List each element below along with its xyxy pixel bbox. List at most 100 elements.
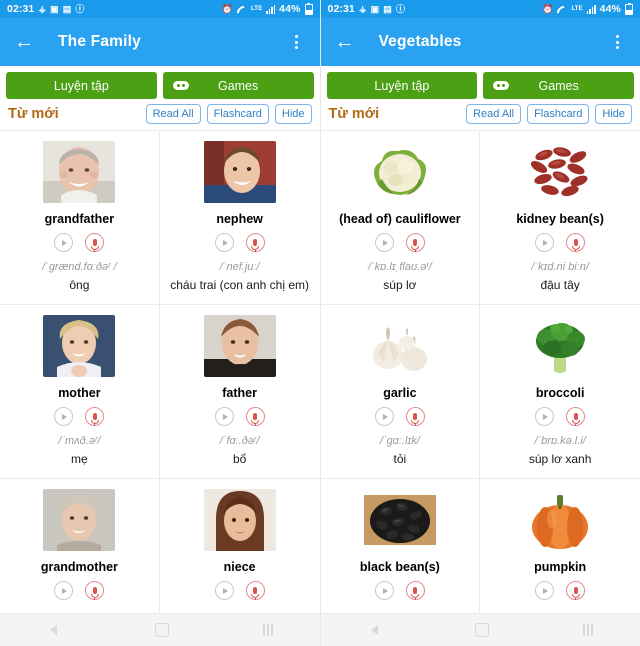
word-card[interactable]: grandfather /ˈgrænd.fɑːðəʳ / ông [0, 131, 160, 305]
status-clock: 02:31 [7, 3, 35, 15]
section-title: Từ mới [328, 106, 380, 123]
nav-home-icon[interactable] [475, 623, 490, 637]
practice-button[interactable]: Luyện tập [326, 72, 478, 99]
word-card[interactable]: garlic /ˈgɑː.lɪk/ tỏi [321, 305, 481, 478]
microphone-icon[interactable] [245, 407, 265, 427]
microphone-icon[interactable] [85, 233, 105, 253]
play-icon[interactable] [374, 407, 394, 427]
translation-text: đậu tây [540, 277, 580, 292]
microphone-icon[interactable] [245, 581, 265, 601]
translation-text: bố [232, 451, 247, 466]
play-icon[interactable] [535, 407, 555, 427]
play-icon[interactable] [374, 233, 394, 253]
alarm-icon: ⏰ [542, 3, 554, 14]
play-icon[interactable] [54, 407, 74, 427]
microphone-icon[interactable] [85, 407, 105, 427]
word-label: pumpkin [534, 560, 587, 574]
alarm-icon: ⏰ [221, 3, 233, 14]
practice-button[interactable]: Luyện tập [6, 72, 157, 99]
phone-screen-the-family: 02:31 ⚶ ▣ ▤ ⓘ ⏰ LTE 44% ← The Family Luy… [0, 0, 320, 646]
word-label: niece [223, 560, 256, 574]
ipa-text: /ˈfɑː.ðəʳ/ [219, 435, 260, 448]
play-icon[interactable] [535, 233, 555, 253]
word-controls [54, 407, 105, 427]
word-controls [214, 581, 265, 601]
games-button[interactable]: Games [162, 72, 314, 99]
status-bar-left: 02:31 ⚶ ▣ ▤ ⓘ [7, 3, 84, 15]
translation-text: súp lơ [383, 277, 417, 292]
translation-text: tỏi [393, 451, 407, 466]
photo-girl [203, 489, 276, 551]
word-card[interactable]: (head of) cauliflower /ˈkɒ.lɪˌflaʊ.əʳ/ s… [321, 131, 481, 305]
section-chip-group: Read All Flashcard Hide [466, 104, 632, 125]
flashcard-button[interactable]: Flashcard [206, 104, 269, 125]
ipa-text: /ˈkɪd.ni biːn/ [531, 261, 589, 274]
photo-man [203, 315, 276, 378]
play-icon[interactable] [535, 581, 555, 601]
microphone-icon[interactable] [405, 233, 425, 253]
microphone-icon[interactable] [85, 581, 105, 601]
volume-icon: ⓘ [395, 3, 405, 14]
games-button[interactable]: Games [483, 72, 634, 99]
play-icon[interactable] [54, 233, 74, 253]
play-icon[interactable] [214, 233, 234, 253]
read-all-button[interactable]: Read All [466, 104, 522, 125]
play-icon[interactable] [214, 581, 234, 601]
photo-garlic [363, 315, 436, 378]
word-card[interactable]: niece [160, 479, 320, 624]
nav-recents-icon[interactable] [583, 624, 594, 636]
word-controls [214, 407, 265, 427]
photo-boy [203, 141, 276, 204]
nav-home-icon[interactable] [154, 623, 169, 637]
word-card[interactable]: mother /ˈmʌð.əʳ/ mẹ [0, 305, 160, 478]
play-icon[interactable] [54, 581, 74, 601]
ipa-text: /ˈnef.juː/ [219, 261, 260, 274]
word-label: grandfather [44, 212, 115, 227]
action-button-row: Luyện tập Games [320, 66, 640, 103]
microphone-icon[interactable] [405, 407, 425, 427]
photo-elderly-man [43, 141, 116, 204]
word-card[interactable]: pumpkin [480, 479, 640, 624]
word-grid: (head of) cauliflower /ˈkɒ.lɪˌflaʊ.əʳ/ s… [320, 130, 640, 646]
nav-back-icon[interactable] [47, 623, 61, 637]
gamepad-icon [493, 81, 510, 90]
microphone-icon[interactable] [405, 581, 425, 601]
android-nav-bar [0, 613, 320, 646]
microphone-icon[interactable] [566, 581, 586, 601]
word-card[interactable]: kidney bean(s) /ˈkɪd.ni biːn/ đậu tây [480, 131, 640, 304]
action-button-row: Luyện tập Games [0, 66, 320, 103]
microphone-icon[interactable] [566, 407, 586, 427]
kebab-menu-icon[interactable] [606, 30, 628, 54]
photo-woman [43, 315, 116, 378]
photo-kidney-beans [524, 141, 597, 204]
play-icon[interactable] [374, 581, 394, 601]
back-arrow-icon[interactable]: ← [333, 30, 357, 54]
word-card[interactable]: broccoli /ˈbrɒ.kə.l.i/ súp lơ xanh [480, 305, 640, 478]
word-card[interactable]: father /ˈfɑː.ðəʳ/ bố [160, 305, 320, 478]
word-card[interactable]: black bean(s) [321, 479, 481, 625]
word-row: black bean(s) pumpkin [320, 478, 640, 625]
ipa-text: /ˈmʌð.əʳ/ [58, 435, 101, 448]
word-label: kidney bean(s) [516, 212, 604, 227]
nav-recents-icon[interactable] [262, 624, 273, 636]
word-card[interactable]: nephew /ˈnef.juː/ cháu trai (con anh chị… [160, 131, 320, 304]
word-controls [374, 233, 425, 253]
dual-screenshot-container: 02:31 ⚶ ▣ ▤ ⓘ ⏰ LTE 44% ← The Family Luy… [0, 0, 640, 646]
wifi-icon [237, 5, 247, 13]
app-bar: ← The Family [0, 18, 320, 66]
word-controls [374, 581, 425, 601]
word-card[interactable]: grandmother [0, 479, 160, 625]
kebab-menu-icon[interactable] [286, 30, 308, 54]
nav-back-icon[interactable] [367, 623, 381, 637]
microphone-icon[interactable] [566, 233, 586, 253]
hide-button[interactable]: Hide [274, 104, 312, 125]
ipa-text: /ˈgrænd.fɑːðəʳ / [42, 261, 117, 274]
read-all-button[interactable]: Read All [145, 104, 201, 125]
play-icon[interactable] [214, 407, 234, 427]
hide-button[interactable]: Hide [595, 104, 632, 125]
back-arrow-icon[interactable]: ← [12, 30, 36, 54]
word-controls [535, 581, 586, 601]
word-label: mother [58, 386, 101, 401]
microphone-icon[interactable] [245, 233, 265, 253]
flashcard-button[interactable]: Flashcard [527, 104, 590, 125]
